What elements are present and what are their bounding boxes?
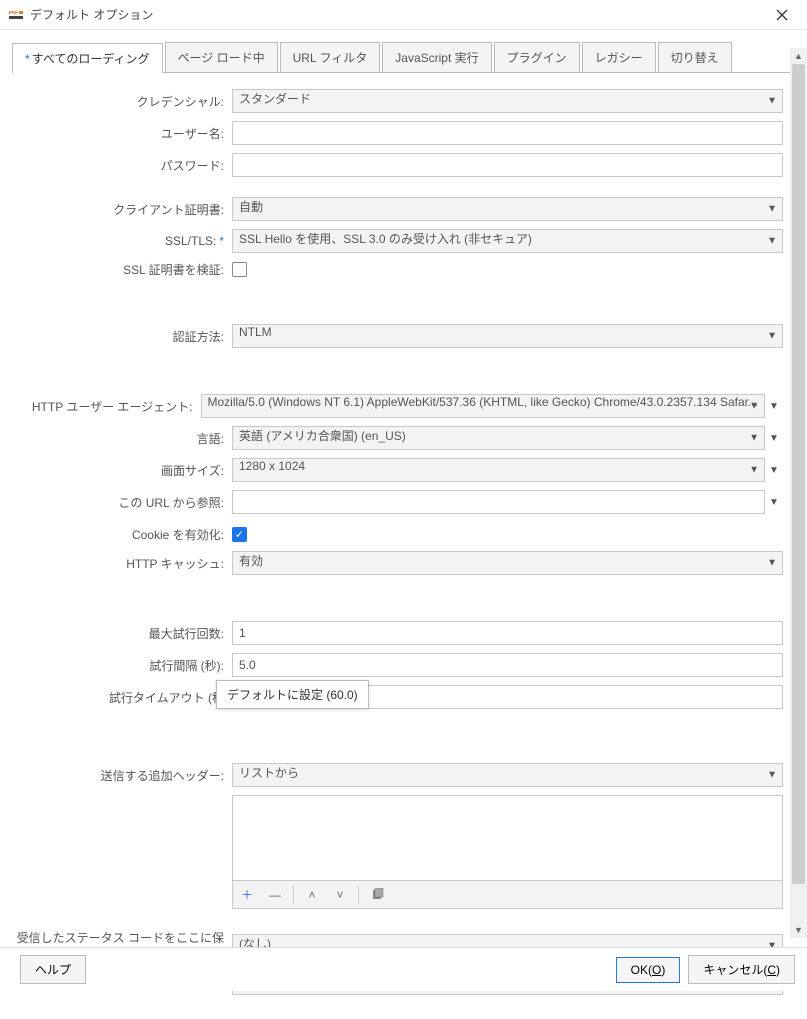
- move-up-icon[interactable]: ˄: [299, 883, 325, 907]
- copy-icon[interactable]: [364, 883, 390, 907]
- tooltip-timeout-default: デフォルトに設定 (60.0): [216, 680, 369, 709]
- screen-size-expand-icon[interactable]: ▼: [765, 465, 783, 476]
- svg-text:DS: DS: [10, 9, 20, 16]
- tab-switch[interactable]: 切り替え: [658, 42, 732, 72]
- label-screen-size: 画面サイズ:: [14, 462, 232, 479]
- help-button[interactable]: ヘルプ: [20, 955, 86, 984]
- password-input[interactable]: [232, 153, 783, 177]
- tab-legacy[interactable]: レガシー: [582, 42, 656, 72]
- credentials-select[interactable]: スタンダード ▼: [232, 89, 783, 113]
- language-select[interactable]: 英語 (アメリカ合衆国) (en_US) ▼: [232, 426, 765, 450]
- screen-size-select[interactable]: 1280 x 1024 ▼: [232, 458, 765, 482]
- tab-all-loading[interactable]: *すべてのローディング: [12, 43, 163, 73]
- user-agent-expand-icon[interactable]: ▼: [765, 401, 783, 412]
- client-cert-select[interactable]: 自動 ▼: [232, 197, 783, 221]
- titlebar: DS デフォルト オプション: [0, 0, 807, 30]
- label-attempt-timeout: 試行タイムアウト (秒: [14, 689, 232, 706]
- label-attempt-interval: 試行間隔 (秒):: [14, 657, 232, 674]
- cancel-button[interactable]: キャンセル(C): [688, 955, 795, 984]
- label-password: パスワード:: [14, 157, 232, 174]
- label-user-agent: HTTP ユーザー エージェント:: [14, 398, 201, 415]
- label-verify-ssl: SSL 証明書を検証:: [14, 261, 232, 278]
- verify-ssl-checkbox[interactable]: [232, 262, 247, 277]
- scroll-up-icon[interactable]: ▲: [790, 48, 807, 64]
- label-http-cache: HTTP キャッシュ:: [14, 555, 232, 572]
- max-attempts-input[interactable]: [232, 621, 783, 645]
- tab-plugin[interactable]: プラグイン: [494, 42, 580, 72]
- vertical-scrollbar[interactable]: ▲ ▼: [790, 48, 807, 938]
- label-extra-headers: 送信する追加ヘッダー:: [14, 767, 232, 784]
- user-agent-select[interactable]: Mozilla/5.0 (Windows NT 6.1) AppleWebKit…: [201, 394, 765, 418]
- refer-from-input[interactable]: [232, 490, 765, 514]
- label-client-cert: クライアント証明書:: [14, 201, 232, 218]
- label-auth-method: 認証方法:: [14, 328, 232, 345]
- label-credentials: クレデンシャル:: [14, 93, 232, 110]
- dialog-button-bar: ヘルプ OK(O) キャンセル(C): [0, 947, 807, 991]
- remove-icon[interactable]: —: [262, 883, 288, 907]
- tab-bar: *すべてのローディング ページ ロード中 URL フィルタ JavaScript…: [12, 42, 795, 73]
- move-down-icon[interactable]: ˅: [327, 883, 353, 907]
- tab-javascript[interactable]: JavaScript 実行: [382, 42, 491, 72]
- add-icon[interactable]: ＋: [234, 883, 260, 907]
- language-expand-icon[interactable]: ▼: [765, 433, 783, 444]
- auth-method-select[interactable]: NTLM ▼: [232, 324, 783, 348]
- ssl-tls-select[interactable]: SSL Hello を使用、SSL 3.0 のみ受け入れ (非セキュア) ▼: [232, 229, 783, 253]
- content-area: *すべてのローディング ページ ロード中 URL フィルタ JavaScript…: [0, 30, 807, 1019]
- extra-headers-mode-select[interactable]: リストから ▼: [232, 763, 783, 787]
- refer-from-expand-icon[interactable]: ▼: [765, 497, 783, 508]
- scroll-down-icon[interactable]: ▼: [790, 922, 807, 938]
- attempt-interval-input[interactable]: [232, 653, 783, 677]
- scrollbar-thumb[interactable]: [792, 64, 805, 884]
- window-title: デフォルト オプション: [30, 6, 765, 23]
- extra-headers-list[interactable]: [232, 795, 783, 881]
- label-language: 言語:: [14, 430, 232, 447]
- label-enable-cookies: Cookie を有効化:: [14, 526, 232, 543]
- label-refer-from: この URL から参照:: [14, 494, 232, 511]
- tab-url-filter[interactable]: URL フィルタ: [280, 42, 381, 72]
- tab-page-load[interactable]: ページ ロード中: [165, 42, 278, 72]
- app-icon: DS: [8, 7, 24, 23]
- form-panel: クレデンシャル: スタンダード ▼ ユーザー名: パスワード: クライアント証明…: [12, 85, 795, 1007]
- label-username: ユーザー名:: [14, 125, 232, 142]
- close-icon[interactable]: [765, 1, 799, 29]
- ok-button[interactable]: OK(O): [616, 957, 681, 983]
- label-max-attempts: 最大試行回数:: [14, 625, 232, 642]
- list-toolbar: ＋ — ˄ ˅: [232, 881, 783, 909]
- username-input[interactable]: [232, 121, 783, 145]
- enable-cookies-checkbox[interactable]: ✓: [232, 527, 247, 542]
- label-ssl-tls: SSL/TLS:*: [14, 234, 232, 248]
- http-cache-select[interactable]: 有効 ▼: [232, 551, 783, 575]
